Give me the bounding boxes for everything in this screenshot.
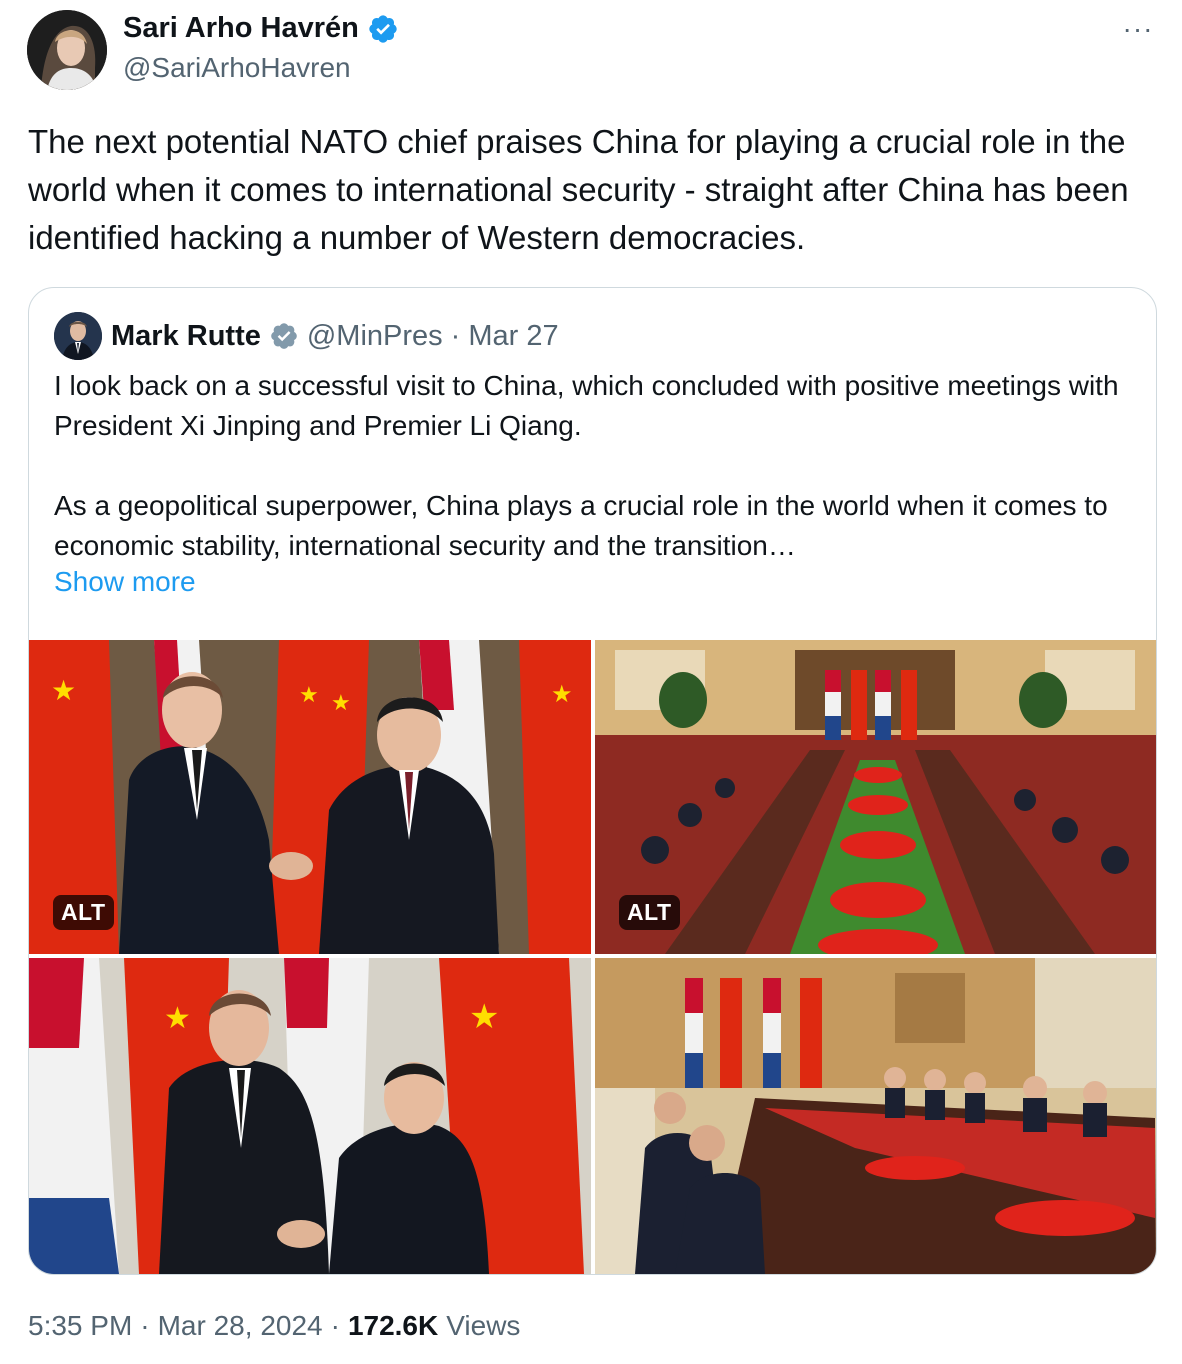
quoted-avatar-image — [54, 312, 102, 360]
photo-meeting-table[interactable]: ALT — [595, 640, 1156, 954]
photo-meeting-room[interactable] — [595, 958, 1156, 1274]
photo-handshake-xi[interactable]: ★ ★ ★ ★ ALT — [29, 640, 591, 954]
tweet-text: The next potential NATO chief praises Ch… — [28, 123, 1129, 256]
show-more-link[interactable]: Show more — [54, 566, 196, 598]
verified-badge-icon[interactable] — [367, 13, 399, 45]
separator-dot: · — [450, 319, 461, 352]
alt-badge[interactable]: ALT — [619, 895, 680, 930]
photo-handshake-li[interactable]: ★ ★ — [29, 958, 591, 1274]
photo-meeting-room-image — [595, 958, 1156, 1274]
svg-text:★: ★ — [551, 680, 573, 708]
svg-text:★: ★ — [51, 674, 76, 707]
quoted-paragraph-1: I look back on a successful visit to Chi… — [54, 370, 1119, 441]
svg-text:★: ★ — [299, 683, 319, 708]
quoted-tweet-card[interactable]: Mark Rutte @MinPres · Mar 27 I look back… — [28, 287, 1157, 1275]
quoted-author-handle[interactable]: @MinPres — [307, 320, 443, 353]
author-avatar[interactable] — [27, 10, 107, 90]
svg-text:★: ★ — [469, 997, 499, 1037]
author-name-row: Sari Arho Havrén — [123, 12, 399, 45]
post-date[interactable]: Mar 28, 2024 — [158, 1310, 323, 1342]
separator-dot: · — [140, 1310, 150, 1341]
author-name[interactable]: Sari Arho Havrén — [123, 12, 359, 45]
more-dots-icon[interactable]: ··· — [1118, 14, 1158, 50]
quoted-text: I look back on a successful visit to Chi… — [54, 366, 1134, 566]
svg-text:★: ★ — [331, 691, 351, 716]
svg-text:★: ★ — [164, 1001, 191, 1036]
views-label: Views — [446, 1310, 521, 1341]
author-handle[interactable]: @SariArhoHavren — [123, 52, 351, 84]
alt-badge[interactable]: ALT — [53, 895, 114, 930]
author-avatar-image — [27, 10, 107, 90]
separator-dot: · — [330, 1310, 340, 1341]
quoted-date[interactable]: Mar 27 — [468, 320, 558, 353]
quoted-paragraph-2: As a geopolitical superpower, China play… — [54, 490, 1108, 561]
quoted-author-name[interactable]: Mark Rutte — [111, 320, 261, 353]
views-count[interactable]: 172.6K — [348, 1310, 438, 1342]
quoted-author-avatar[interactable] — [54, 312, 102, 360]
tweet-footer: 5:35 PM · Mar 28, 2024 · 172.6K Views — [28, 1310, 520, 1342]
photo-handshake-li-image: ★ ★ — [29, 958, 591, 1274]
government-verified-icon[interactable] — [269, 321, 299, 351]
quoted-header: Mark Rutte @MinPres · Mar 27 — [111, 316, 559, 356]
post-time[interactable]: 5:35 PM — [28, 1310, 132, 1342]
media-grid: ★ ★ ★ ★ ALT ALT ★ ★ — [29, 640, 1156, 1274]
